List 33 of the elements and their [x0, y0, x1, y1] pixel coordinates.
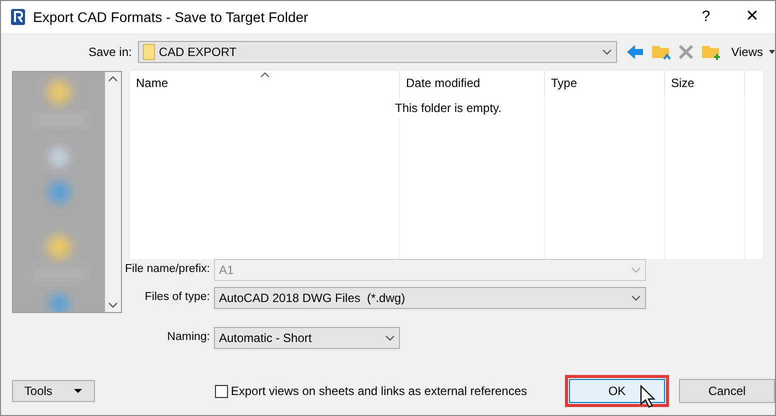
- column-header[interactable]: Type: [545, 71, 665, 95]
- caret-icon: [769, 50, 775, 54]
- field-label: Naming:: [166, 330, 211, 346]
- window-title: Export CAD Formats - Save to Target Folder: [33, 8, 308, 27]
- column-header[interactable]: Size: [665, 71, 745, 95]
- views-button[interactable]: Views: [731, 43, 775, 61]
- save-in-dropdown[interactable]: CAD EXPORT: [138, 41, 618, 63]
- scroll-up-icon[interactable]: [108, 76, 118, 82]
- sort-icon: [260, 72, 270, 77]
- folder-up-icon[interactable]: [651, 43, 672, 61]
- new-folder-icon[interactable]: [701, 43, 722, 61]
- close-button[interactable]: ✕: [729, 1, 775, 33]
- checkbox[interactable]: [214, 384, 228, 398]
- dialog-button[interactable]: Cancel: [679, 379, 775, 403]
- column-header[interactable]: Name: [130, 71, 400, 95]
- app-logo-icon: [11, 9, 25, 25]
- checkbox-label: Export views on sheets and links as external references: [230, 383, 527, 400]
- caret-icon: [74, 389, 82, 393]
- help-button[interactable]: ?: [683, 1, 729, 33]
- delete-icon[interactable]: [677, 43, 696, 61]
- save-in-label: Save in:: [87, 44, 132, 61]
- cursor-icon: [640, 385, 656, 409]
- column-header[interactable]: Date modified: [400, 71, 545, 95]
- field-label: File name/prefix:: [124, 262, 211, 278]
- scrollbar[interactable]: [105, 72, 121, 312]
- field-label: Files of type:: [144, 290, 211, 306]
- tools-button[interactable]: Tools: [12, 380, 95, 402]
- combo-field[interactable]: Automatic - Short: [214, 327, 400, 349]
- back-arrow-icon[interactable]: [625, 43, 646, 61]
- scroll-down-icon: [108, 302, 118, 308]
- empty-folder-message: This folder is empty.: [395, 99, 502, 117]
- folder-icon: [142, 44, 155, 60]
- combo-field[interactable]: AutoCAD 2018 DWG Files (*.dwg): [214, 287, 646, 309]
